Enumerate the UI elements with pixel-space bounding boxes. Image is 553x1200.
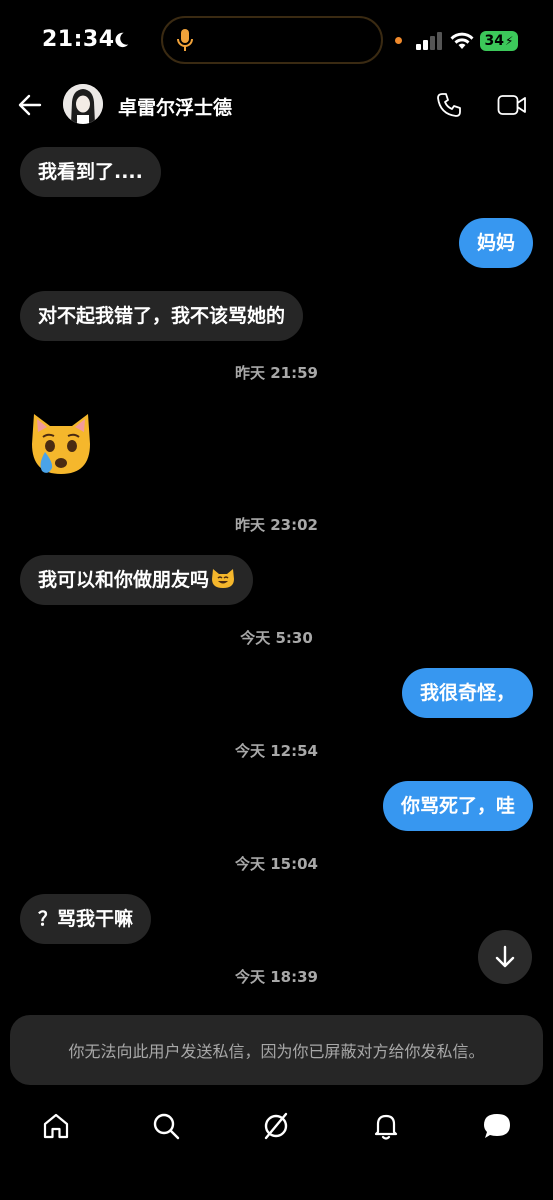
blocked-messaging-notice: 你无法向此用户发送私信，因为你已屏蔽对方给你发私信。	[10, 1015, 543, 1085]
message-text: 我可以和你做朋友吗	[38, 569, 210, 591]
message-bubble-incoming[interactable]: 我看到了....	[20, 147, 161, 197]
wifi-icon	[450, 32, 474, 49]
privacy-indicator-dot	[395, 37, 402, 44]
avatar-image	[63, 84, 103, 124]
notifications-icon[interactable]	[372, 1112, 400, 1140]
contact-avatar[interactable]	[63, 84, 103, 124]
moon-icon	[115, 32, 129, 48]
status-time: 21:34	[42, 27, 115, 52]
message-bubble-incoming[interactable]: 对不起我错了，我不该骂她的	[20, 291, 304, 341]
arrow-down-icon	[495, 945, 515, 968]
back-arrow-icon[interactable]	[18, 94, 42, 116]
message-timestamp: 今天 15:04	[235, 855, 318, 873]
message-bubble-incoming[interactable]: 我可以和你做朋友吗	[20, 555, 254, 605]
message-timestamp: 今天 12:54	[235, 742, 318, 760]
crying-cat-face-emoji[interactable]	[28, 408, 94, 480]
scroll-to-bottom-button[interactable]	[478, 930, 532, 984]
home-icon[interactable]	[42, 1112, 70, 1140]
messages-icon[interactable]	[483, 1112, 511, 1140]
battery-indicator: 34 ⚡	[480, 31, 518, 51]
message-timestamp: 今天 5:30	[240, 629, 313, 647]
message-timestamp: 昨天 21:59	[235, 364, 318, 382]
explore-icon[interactable]	[262, 1112, 290, 1140]
cellular-signal-icon	[416, 32, 442, 50]
battery-level: 34	[484, 33, 505, 49]
smiling-cat-face-emoji	[212, 569, 235, 588]
message-timestamp: 今天 18:39	[235, 968, 318, 986]
message-bubble-outgoing[interactable]: 我很奇怪，	[401, 668, 533, 718]
video-call-icon[interactable]	[497, 92, 527, 118]
contact-name[interactable]: 卓雷尔浮士德	[118, 93, 232, 120]
search-icon[interactable]	[152, 1112, 180, 1140]
message-timestamp: 昨天 23:02	[235, 516, 318, 534]
microphone-icon	[177, 29, 193, 51]
dynamic-island	[161, 16, 383, 64]
message-bubble-outgoing[interactable]: 你骂死了，哇	[382, 781, 533, 831]
message-bubble-incoming[interactable]: ？骂我干嘛	[20, 894, 152, 944]
charging-bolt-icon: ⚡	[505, 34, 514, 48]
phone-call-icon[interactable]	[436, 92, 462, 118]
message-bubble-outgoing[interactable]: 妈妈	[458, 218, 533, 268]
